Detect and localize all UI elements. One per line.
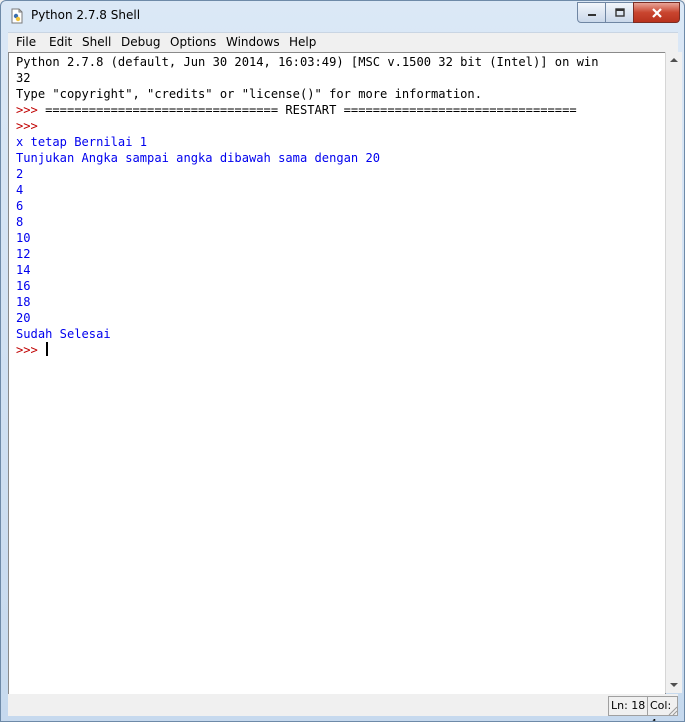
minimize-button[interactable]	[577, 2, 606, 23]
text-cursor	[46, 342, 49, 356]
output-line: 14	[16, 263, 31, 277]
status-bar: Ln: 18 Col: 4	[8, 694, 678, 721]
resize-grip-icon[interactable]	[666, 704, 678, 716]
maximize-button[interactable]	[605, 2, 634, 23]
prompt: >>>	[16, 119, 38, 133]
close-icon	[651, 7, 662, 18]
shell-text-area[interactable]: Python 2.7.8 (default, Jun 30 2014, 16:0…	[8, 52, 666, 695]
close-button[interactable]	[633, 2, 680, 23]
menu-edit[interactable]: Edit	[49, 35, 72, 49]
shell-content: Python 2.7.8 (default, Jun 30 2014, 16:0…	[16, 54, 598, 358]
line-indicator: Ln: 18	[608, 696, 649, 716]
shell-window: Python 2.7.8 Shell File Edit Shell Debug…	[0, 0, 685, 722]
output-line: x tetap Bernilai 1	[16, 135, 148, 149]
output-line: Tunjukan Angka sampai angka dibawah sama…	[16, 151, 381, 165]
banner-line: Type "copyright", "credits" or "license(…	[16, 87, 482, 101]
minimize-icon	[587, 13, 596, 16]
title-bar[interactable]: Python 2.7.8 Shell	[1, 1, 684, 31]
output-line: 16	[16, 279, 31, 293]
menu-windows[interactable]: Windows	[226, 35, 280, 49]
output-line: 8	[16, 215, 24, 229]
output-line: 2	[16, 167, 24, 181]
menu-help[interactable]: Help	[289, 35, 316, 49]
window-controls	[577, 2, 680, 23]
output-line: 6	[16, 199, 24, 213]
window-title: Python 2.7.8 Shell	[31, 8, 141, 22]
menu-bar: File Edit Shell Debug Options Windows He…	[8, 32, 678, 53]
python-file-icon	[11, 8, 23, 24]
restart-line: ================================ RESTART…	[45, 103, 577, 117]
menu-file[interactable]: File	[16, 35, 36, 49]
menu-debug[interactable]: Debug	[121, 35, 160, 49]
output-line: Sudah Selesai	[16, 327, 111, 341]
scroll-down-icon[interactable]	[670, 683, 678, 687]
prompt: >>>	[16, 103, 46, 117]
maximize-icon	[614, 7, 625, 17]
output-line: 12	[16, 247, 31, 261]
output-line: 10	[16, 231, 31, 245]
menu-shell[interactable]: Shell	[82, 35, 111, 49]
menu-options[interactable]: Options	[170, 35, 216, 49]
output-line: 20	[16, 311, 31, 325]
output-line: 4	[16, 183, 24, 197]
output-line: 18	[16, 295, 31, 309]
active-prompt: >>>	[16, 343, 46, 357]
vertical-scrollbar[interactable]	[665, 52, 682, 693]
banner-line: Python 2.7.8 (default, Jun 30 2014, 16:0…	[16, 55, 599, 69]
banner-line: 32	[16, 71, 31, 85]
scroll-up-icon[interactable]	[670, 58, 678, 62]
